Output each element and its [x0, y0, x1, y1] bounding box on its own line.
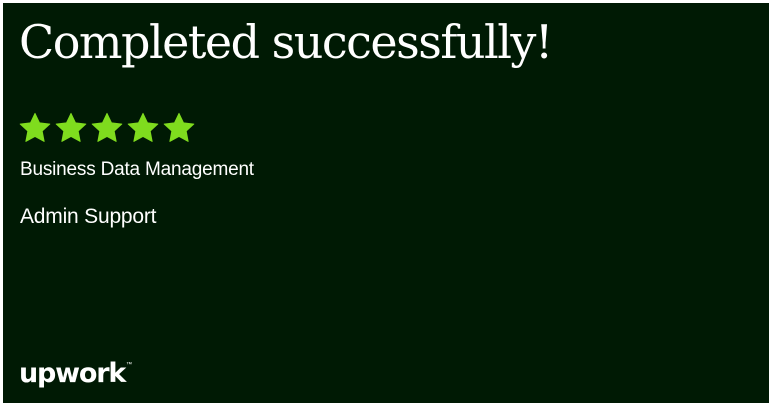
job-category: Business Data Management — [20, 159, 254, 180]
star-icon — [126, 111, 160, 145]
completion-card: Completed successfully! Business Data Ma… — [3, 3, 769, 403]
trademark-symbol: ™ — [126, 362, 133, 368]
star-icon — [54, 111, 88, 145]
star-rating — [18, 111, 196, 145]
star-icon — [90, 111, 124, 145]
upwork-logo: upwork ™ — [19, 357, 132, 391]
headline: Completed successfully! — [19, 15, 553, 69]
star-icon — [162, 111, 196, 145]
star-icon — [18, 111, 52, 145]
job-subcategory: Admin Support — [20, 205, 157, 228]
logo-wordmark: upwork — [19, 358, 126, 389]
